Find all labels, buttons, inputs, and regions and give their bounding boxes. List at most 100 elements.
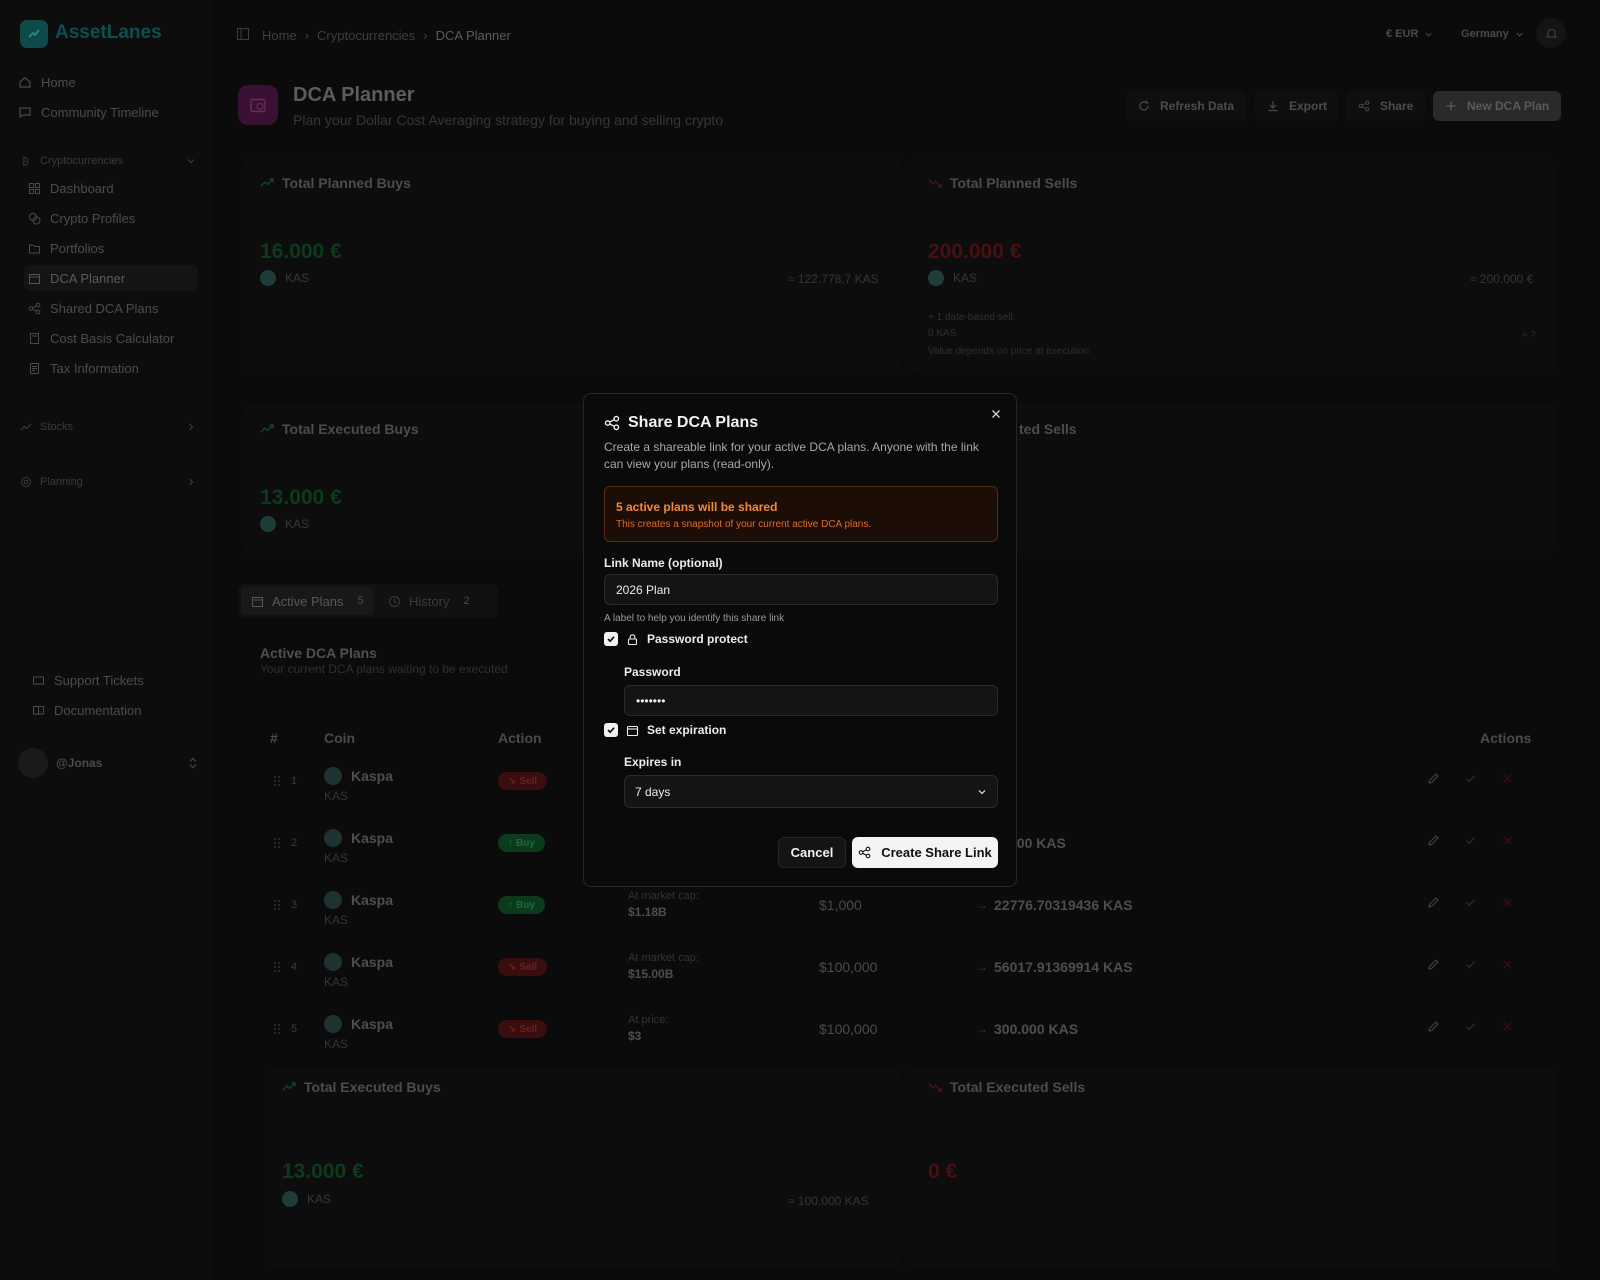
edit-icon[interactable] [1427, 958, 1440, 971]
warning-title: 5 active plans will be shared [616, 500, 778, 514]
close-icon[interactable] [1501, 834, 1514, 847]
set-expiration-label: Set expiration [647, 723, 727, 737]
sidebar-item-label: Shared DCA Plans [50, 300, 159, 316]
check-icon[interactable] [1464, 896, 1477, 909]
breadcrumb-home[interactable]: Home [262, 28, 297, 43]
coin-line: KAS [928, 270, 977, 286]
password-input[interactable]: ••••••• [624, 685, 998, 716]
new-dca-plan-button[interactable]: New DCA Plan [1433, 91, 1562, 121]
sidebar-toggle-icon[interactable] [236, 27, 250, 41]
set-expiration-checkbox[interactable] [604, 723, 618, 737]
warning-subtitle: This creates a snapshot of your current … [616, 519, 872, 530]
edit-icon[interactable] [1427, 1020, 1440, 1033]
condition-label: At market cap: [628, 952, 699, 964]
sidebar-section-planning[interactable]: Planning [20, 472, 196, 492]
kaspa-coin-icon [324, 1015, 342, 1033]
edit-icon[interactable] [1427, 834, 1440, 847]
create-share-link-button[interactable]: Create Share Link [852, 837, 998, 868]
row-number: 1 [291, 775, 298, 787]
share-button[interactable]: Share [1346, 91, 1426, 121]
check-icon[interactable] [1464, 958, 1477, 971]
calculator-icon [30, 332, 39, 344]
sidebar-item-dashboard[interactable]: Dashboard [24, 175, 198, 201]
notifications-button[interactable] [1536, 18, 1566, 48]
check-icon[interactable] [1464, 834, 1477, 847]
close-button[interactable] [990, 408, 1006, 424]
breadcrumb-current: DCA Planner [435, 27, 511, 43]
coin-name: Kaspa [351, 954, 394, 970]
drag-handle-icon[interactable] [273, 775, 281, 787]
sidebar-section-stocks[interactable]: Stocks [20, 417, 196, 437]
sidebar-item-shared-dca-plans[interactable]: Shared DCA Plans [24, 295, 198, 321]
condition-label: At price: [628, 1014, 669, 1026]
sidebar-item-label: Tax Information [50, 360, 139, 376]
expires-in-select[interactable]: 7 days [624, 775, 998, 808]
drag-handle-icon[interactable] [273, 899, 281, 911]
cancel-button[interactable]: Cancel [778, 837, 846, 868]
kaspa-coin-icon [260, 516, 276, 532]
active-plans-title: Active DCA Plans [260, 645, 377, 661]
share-icon [604, 415, 620, 431]
download-icon [1268, 101, 1278, 112]
row-number: 3 [291, 899, 298, 911]
drag-handle-icon[interactable] [273, 961, 281, 973]
password-protect-checkbox[interactable] [604, 632, 618, 646]
sidebar-item-home[interactable]: Home [18, 69, 198, 95]
refresh-data-button[interactable]: Refresh Data [1126, 91, 1247, 121]
coin-symbol: KAS [324, 789, 349, 803]
sidebar-item-support-tickets[interactable]: Support Tickets [32, 667, 212, 693]
currency-select[interactable]: € EUR [1386, 24, 1433, 44]
edit-icon[interactable] [1427, 896, 1440, 909]
sidebar-item-dca-planner[interactable]: DCA Planner [24, 265, 198, 291]
sidebar-item-tax-information[interactable]: Tax Information [24, 355, 198, 381]
bitcoin-icon: ₿ [22, 156, 29, 167]
dca-planner-icon [238, 85, 278, 125]
close-icon[interactable] [1501, 772, 1514, 785]
page-title: DCA Planner [293, 84, 415, 106]
username: @Jonas [56, 756, 103, 770]
row-condition: At price: $3 [628, 1012, 668, 1045]
export-button[interactable]: Export [1255, 91, 1340, 121]
refresh-icon [1139, 100, 1149, 111]
action-label: Buy [516, 837, 535, 849]
bell-icon [1545, 28, 1557, 37]
close-icon[interactable] [1501, 958, 1514, 971]
planned-buys-value: 16.000 € [260, 240, 342, 263]
sidebar-item-label: Home [41, 74, 76, 90]
country-select[interactable]: Germany [1461, 24, 1524, 44]
coin-symbol: KAS [324, 1037, 349, 1051]
row-coin: Kaspa KAS [324, 1015, 393, 1051]
check-icon[interactable] [1464, 772, 1477, 785]
condition-label: At market cap: [628, 890, 699, 902]
calendar-icon [252, 596, 263, 607]
condition-value: $1.18B [628, 905, 667, 919]
sidebar-item-cost-basis-calculator[interactable]: Cost Basis Calculator [24, 325, 198, 351]
link-name-input[interactable] [604, 574, 998, 605]
total-planned-sells-card: Total Planned Sells 200.000 € KAS ≈ 200.… [910, 158, 1555, 374]
sidebar-section-cryptocurrencies[interactable]: ₿ Cryptocurrencies [20, 151, 196, 171]
sidebar-item-label: Portfolios [50, 240, 105, 256]
check-icon[interactable] [1464, 1020, 1477, 1033]
breadcrumb-cryptocurrencies[interactable]: Cryptocurrencies [317, 28, 415, 43]
drag-handle-icon[interactable] [273, 1023, 281, 1035]
tab-active-plans[interactable]: Active Plans 5 [241, 587, 374, 615]
section-label: Planning [40, 476, 83, 488]
button-label: New DCA Plan [1467, 99, 1550, 113]
column-header-number: # [270, 730, 278, 746]
drag-handle-icon[interactable] [273, 837, 281, 849]
close-icon[interactable] [1501, 1020, 1514, 1033]
sidebar-item-crypto-profiles[interactable]: Crypto Profiles [24, 205, 198, 231]
row-number: 5 [291, 1023, 298, 1035]
sidebar-item-portfolios[interactable]: Portfolios [24, 235, 198, 261]
kaspa-coin-icon [928, 270, 944, 286]
approx-value: ≈ 100.000 KAS [788, 1194, 869, 1208]
tab-history[interactable]: History 2 [378, 587, 480, 615]
sidebar-item-documentation[interactable]: Documentation [32, 697, 212, 723]
row-actions [1427, 1020, 1514, 1033]
sidebar-item-community-timeline[interactable]: Community Timeline [18, 99, 198, 125]
result-value: 300.000 KAS [994, 1021, 1079, 1037]
user-menu[interactable]: @Jonas [18, 748, 198, 778]
close-icon[interactable] [1501, 896, 1514, 909]
card-title-text: Total Executed Sells [950, 1079, 1086, 1095]
edit-icon[interactable] [1427, 772, 1440, 785]
